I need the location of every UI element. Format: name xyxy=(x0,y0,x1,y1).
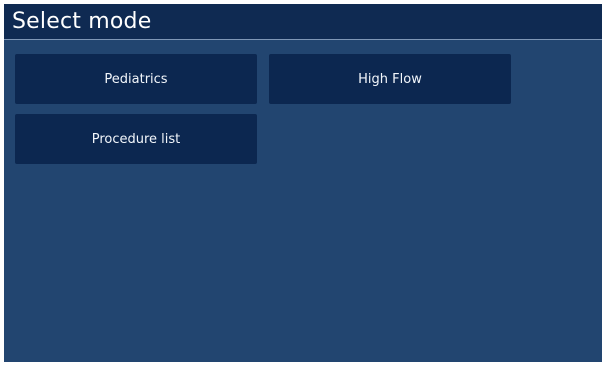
mode-select-screen: Select mode Pediatrics High Flow Procedu… xyxy=(4,4,602,362)
high-flow-mode-button[interactable]: High Flow xyxy=(269,54,511,104)
high-flow-mode-label: High Flow xyxy=(358,71,422,87)
pediatrics-mode-button[interactable]: Pediatrics xyxy=(15,54,257,104)
page-title: Select mode xyxy=(12,9,152,34)
procedure-list-button[interactable]: Procedure list xyxy=(15,114,257,164)
procedure-list-label: Procedure list xyxy=(91,131,181,147)
title-bar: Select mode xyxy=(4,4,602,40)
pediatrics-mode-label: Pediatrics xyxy=(104,71,168,87)
